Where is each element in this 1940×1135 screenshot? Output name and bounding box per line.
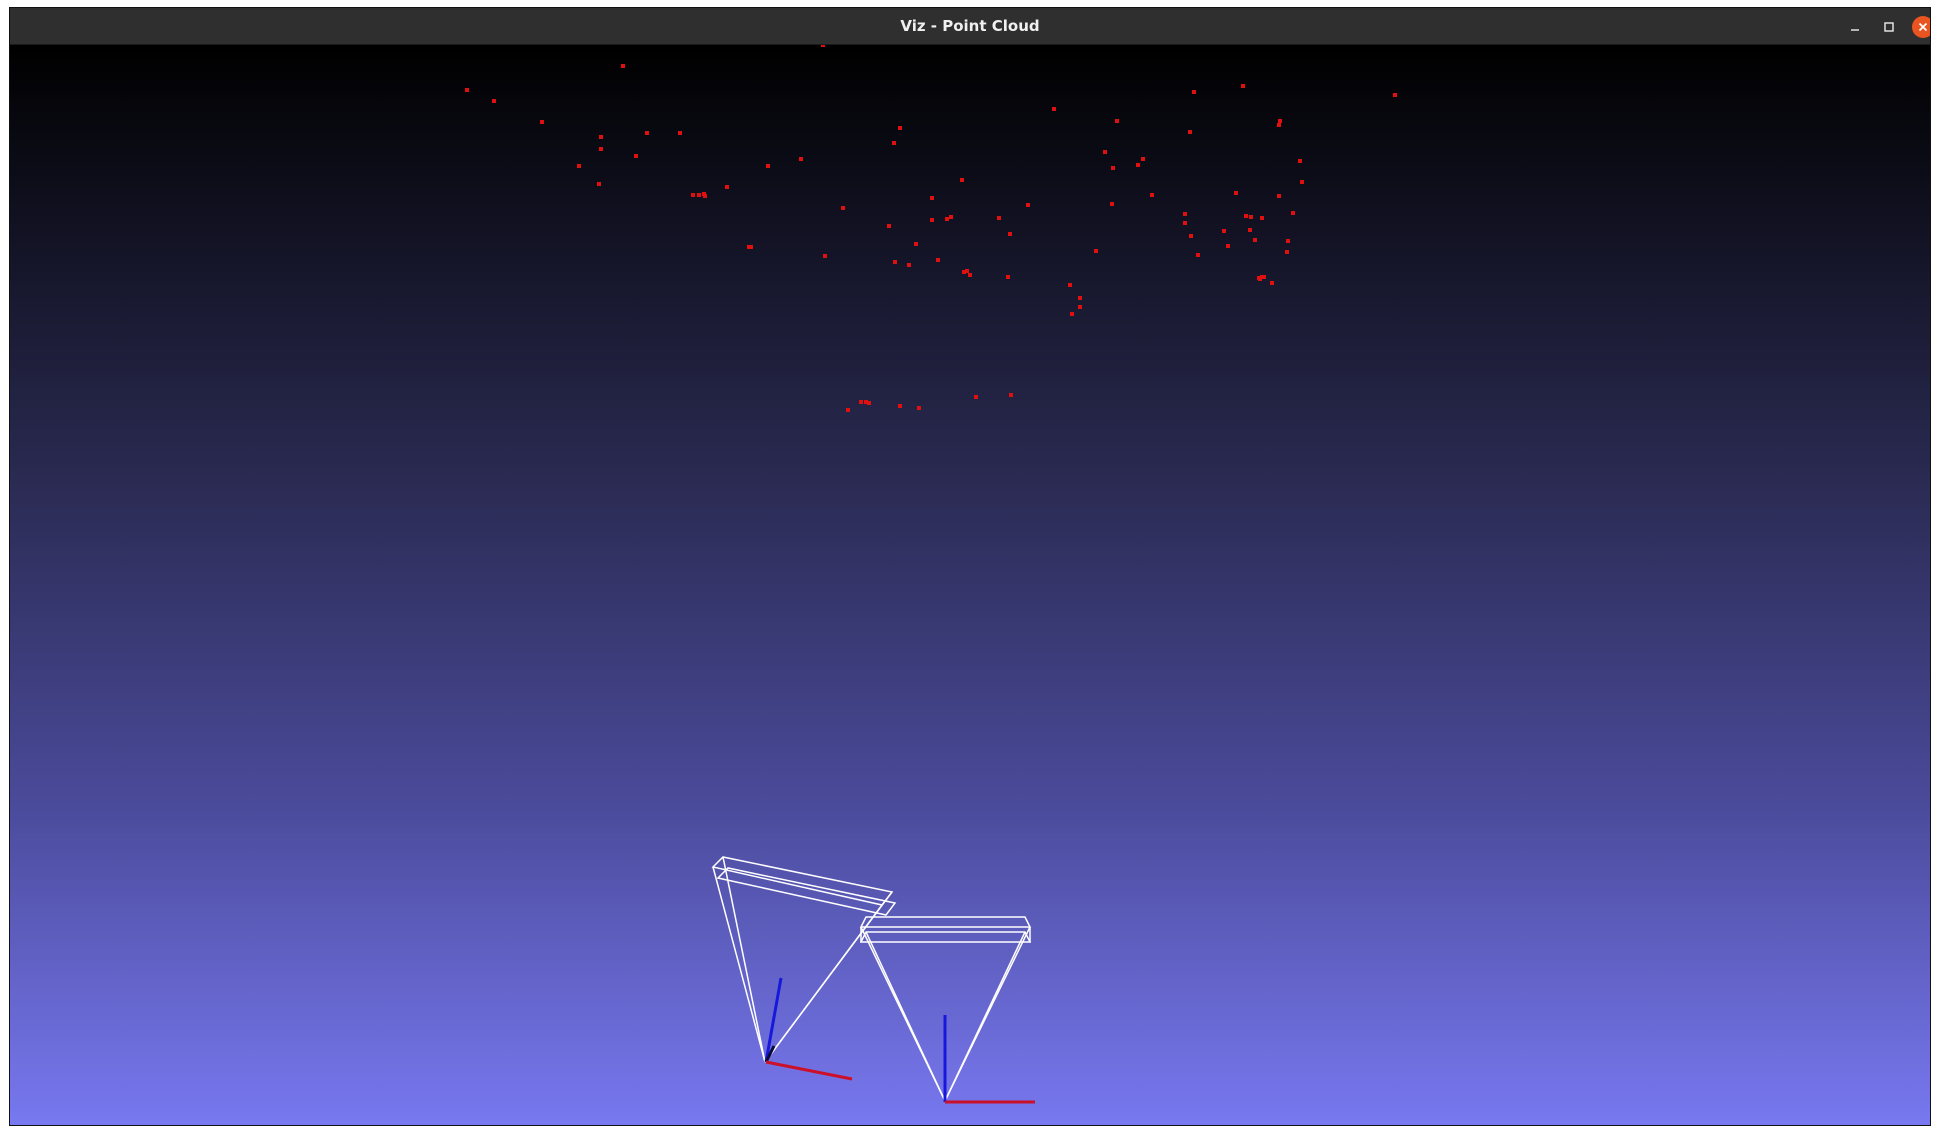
cloud-point [1278, 119, 1282, 123]
cloud-point [697, 193, 701, 197]
cloud-point [1291, 211, 1295, 215]
cloud-point [930, 196, 934, 200]
cloud-point [859, 400, 863, 404]
cloud-point [1183, 212, 1187, 216]
cloud-point [887, 224, 891, 228]
cloud-point [898, 404, 902, 408]
close-button[interactable] [1912, 16, 1930, 38]
cloud-point [968, 273, 972, 277]
close-icon [1918, 22, 1928, 32]
cloud-point [1248, 228, 1252, 232]
cloud-point [821, 45, 825, 47]
3d-viewport[interactable] [10, 45, 1930, 1125]
cloud-point [1150, 193, 1154, 197]
cloud-point [1241, 84, 1245, 88]
cloud-point [1249, 215, 1253, 219]
cloud-point [893, 260, 897, 264]
cloud-point [725, 185, 729, 189]
cloud-point [1277, 123, 1281, 127]
cloud-point [949, 215, 953, 219]
cloud-point [1006, 275, 1010, 279]
cloud-point [1196, 253, 1200, 257]
cloud-point [892, 141, 896, 145]
cloud-point [1008, 232, 1012, 236]
cloud-point [1094, 249, 1098, 253]
cloud-point [599, 135, 603, 139]
cloud-point [1244, 214, 1248, 218]
viz-window: Viz - Point Cloud [9, 7, 1931, 1126]
cloud-point [1286, 239, 1290, 243]
cloud-point [1052, 107, 1056, 111]
cloud-point [540, 120, 544, 124]
cloud-point [914, 242, 918, 246]
cloud-point [597, 182, 601, 186]
cloud-point [1253, 238, 1257, 242]
cloud-point [997, 216, 1001, 220]
maximize-icon [1884, 22, 1894, 32]
cloud-point [1393, 93, 1397, 97]
cloud-point [1070, 312, 1074, 316]
cloud-point [1260, 216, 1264, 220]
cloud-point [749, 245, 753, 249]
cloud-point [1277, 194, 1281, 198]
cloud-point [1222, 229, 1226, 233]
cloud-point [599, 147, 603, 151]
cloud-point [823, 254, 827, 258]
cloud-point [1188, 130, 1192, 134]
cloud-point [621, 64, 625, 68]
cloud-point [766, 164, 770, 168]
cloud-point [577, 164, 581, 168]
cloud-point [465, 88, 469, 92]
cloud-point [1300, 180, 1304, 184]
minimize-icon [1851, 29, 1859, 31]
cloud-point [1192, 90, 1196, 94]
maximize-button[interactable] [1878, 16, 1900, 38]
cloud-point [691, 193, 695, 197]
scene-canvas [465, 45, 1397, 1104]
cloud-point [1298, 159, 1302, 163]
cloud-point [1111, 166, 1115, 170]
cloud-point [1078, 296, 1082, 300]
cloud-point [1260, 275, 1264, 279]
cloud-point [1115, 119, 1119, 123]
cloud-point [645, 131, 649, 135]
cloud-point [907, 263, 911, 267]
cloud-point [936, 258, 940, 262]
cloud-point [965, 269, 969, 273]
cloud-point [974, 395, 978, 399]
cloud-point [841, 206, 845, 210]
cloud-point [1226, 244, 1230, 248]
cloud-point [1078, 305, 1082, 309]
cloud-point [917, 406, 921, 410]
cloud-point [930, 218, 934, 222]
point-cloud [465, 45, 1397, 412]
cloud-point [634, 154, 638, 158]
cloud-point [1234, 191, 1238, 195]
cloud-point [846, 408, 850, 412]
cloud-point [492, 99, 496, 103]
cloud-point [1026, 203, 1030, 207]
cloud-point [1136, 163, 1140, 167]
cloud-point [1285, 250, 1289, 254]
title-bar[interactable]: Viz - Point Cloud [10, 8, 1930, 45]
cloud-point [960, 178, 964, 182]
cloud-point [1068, 283, 1072, 287]
cloud-point [703, 194, 707, 198]
cloud-point [1103, 150, 1107, 154]
cloud-point [945, 217, 949, 221]
cloud-point [1189, 234, 1193, 238]
cloud-point [1183, 221, 1187, 225]
cloud-point [799, 157, 803, 161]
minimize-button[interactable] [1844, 16, 1866, 38]
cloud-point [678, 131, 682, 135]
cloud-point [898, 126, 902, 130]
camera-frustum-1 [711, 856, 897, 1063]
cloud-point [1141, 157, 1145, 161]
cloud-point [867, 401, 871, 405]
window-title: Viz - Point Cloud [900, 17, 1040, 35]
cloud-point [1270, 281, 1274, 285]
cloud-point [1110, 202, 1114, 206]
camera-1-x-axis [765, 1060, 853, 1081]
cloud-point [1009, 393, 1013, 397]
